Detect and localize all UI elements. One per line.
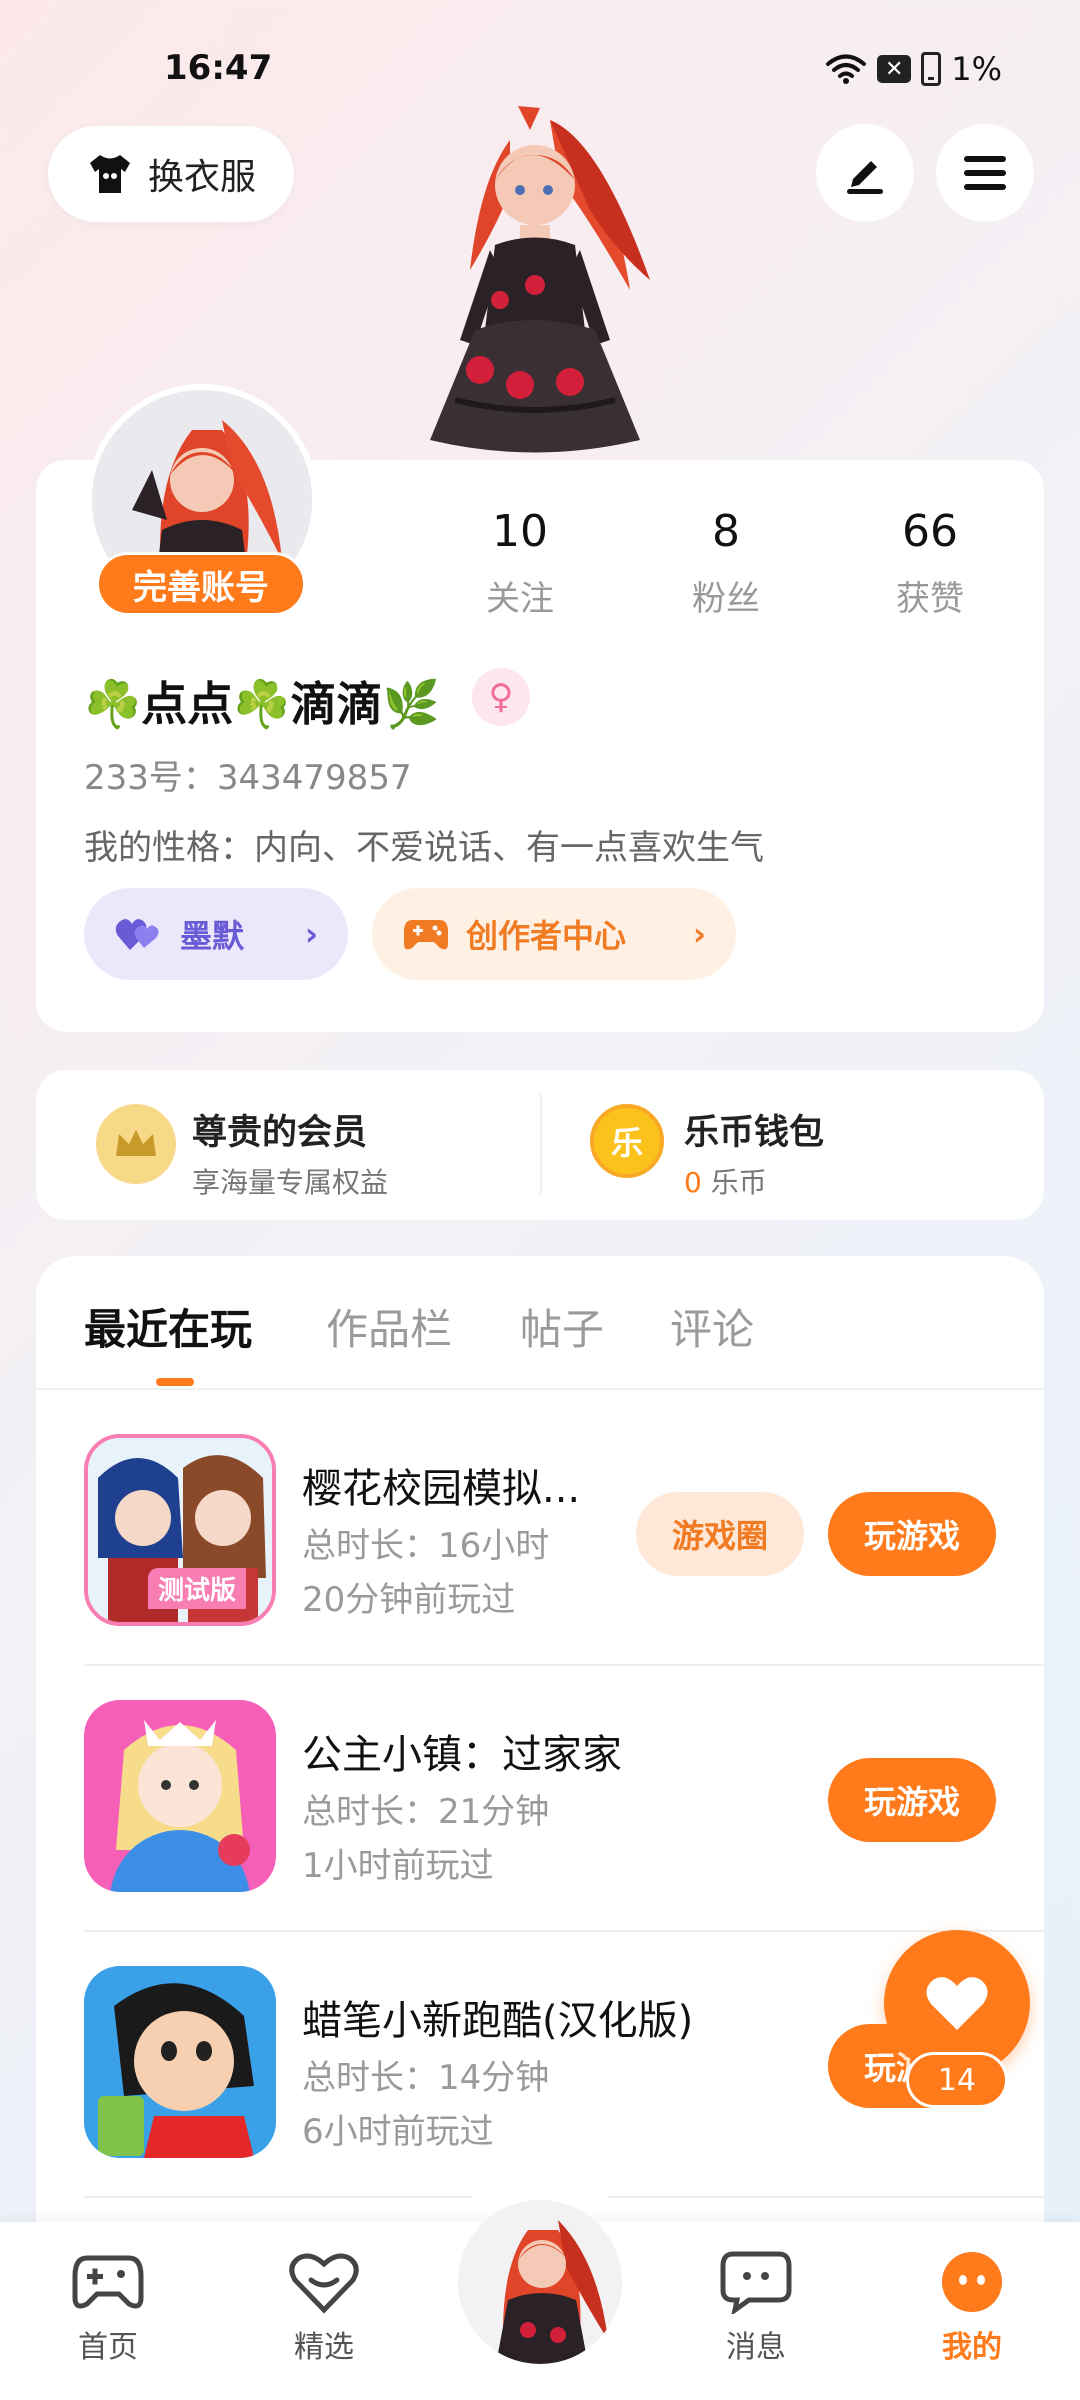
gamepad-icon [404, 920, 448, 950]
game-title[interactable]: 蜡笔小新跑酷(汉化版) [302, 1988, 693, 2046]
complete-account-button[interactable]: 完善账号 [96, 552, 306, 616]
row-divider [84, 1930, 1044, 1932]
fans-label: 粉丝 [692, 579, 760, 619]
wallet-amount: 0 [684, 1166, 702, 1199]
game-icon-sakura[interactable]: 测试版 [84, 1434, 276, 1626]
mood-label: 墨默 [180, 917, 245, 955]
vip-subtitle: 享海量专属权益 [192, 1166, 389, 1199]
tab-indicator [156, 1378, 194, 1386]
princess-game-image [84, 1700, 276, 1892]
nav-me[interactable]: 我的 [902, 2250, 1042, 2366]
game-last-played: 6小时前玩过 [302, 2112, 494, 2152]
edit-button[interactable] [816, 124, 914, 222]
change-outfit-button[interactable]: 换衣服 [48, 126, 294, 222]
tab-divider [36, 1388, 1044, 1390]
status-time: 16:47 [164, 48, 273, 88]
creator-center-label: 创作者中心 [466, 917, 627, 955]
game-duration: 总时长：21分钟 [302, 1792, 550, 1832]
tshirt-icon [89, 155, 130, 193]
divider [540, 1094, 542, 1194]
game-title[interactable]: 樱花校园模拟... [302, 1456, 580, 1514]
like-count-badge: 14 [906, 2052, 1008, 2108]
nav-home-label: 首页 [78, 2330, 138, 2365]
no-sim-icon: ✕ [877, 55, 912, 83]
tab-recent[interactable]: 最近在玩 [84, 1296, 252, 1357]
nav-featured[interactable]: 精选 [254, 2250, 394, 2366]
wallet-entry[interactable]: 乐币钱包 0 乐币 [684, 1104, 824, 1201]
play-game-button[interactable]: 玩游戏 [828, 1492, 996, 1576]
game-circle-button[interactable]: 游戏圈 [636, 1492, 804, 1576]
game-duration: 总时长：14分钟 [302, 2058, 550, 2098]
stat-fans[interactable]: 8 粉丝 [646, 506, 806, 620]
game-duration: 总时长：16小时 [302, 1526, 550, 1566]
likes-count: 66 [902, 506, 958, 557]
fans-count: 8 [712, 506, 740, 557]
change-outfit-label: 换衣服 [147, 157, 256, 198]
coin-icon: 乐 [590, 1104, 664, 1178]
me-icon [942, 2252, 1002, 2312]
pen-icon [847, 161, 883, 194]
nav-featured-label: 精选 [294, 2330, 354, 2365]
nav-messages-label: 消息 [726, 2330, 786, 2365]
game-icon-shinchan[interactable] [84, 1966, 276, 2158]
user-id[interactable]: 233号：343479857 [84, 750, 412, 799]
nav-home[interactable]: 首页 [38, 2250, 178, 2366]
likes-label: 获赞 [896, 579, 964, 619]
nickname: ☘️点点☘️滴滴🌿 [84, 677, 440, 731]
battery-percent: 1% [951, 50, 1002, 88]
status-icons: ✕ 1% [825, 50, 1002, 88]
game-title[interactable]: 公主小镇：过家家 [302, 1722, 622, 1780]
chevron-right-icon: › [692, 915, 706, 953]
nav-avatar-button[interactable] [458, 2200, 622, 2364]
message-icon [720, 2251, 792, 2314]
play-game-button[interactable]: 玩游戏 [828, 1758, 996, 1842]
vip-entry[interactable]: 尊贵的会员 享海量专属权益 [192, 1104, 388, 1201]
tab-posts[interactable]: 帖子 [520, 1296, 604, 1357]
menu-button[interactable] [936, 124, 1034, 222]
stat-likes[interactable]: 66 获赞 [850, 506, 1010, 620]
chevron-right-icon: › [304, 915, 318, 953]
avatar-character-image[interactable] [400, 100, 670, 460]
stat-following[interactable]: 10 关注 [440, 506, 600, 620]
bio: 我的性格：内向、不爱说话、有一点喜欢生气 [84, 828, 764, 868]
gender-female-icon: ♀ [472, 668, 530, 726]
row-divider [84, 1664, 1044, 1666]
heart-chat-icon [289, 2253, 359, 2314]
wallet-title: 乐币钱包 [684, 1113, 825, 1153]
nav-me-label: 我的 [942, 2330, 1002, 2365]
following-count: 10 [492, 506, 548, 557]
game-last-played: 20分钟前玩过 [302, 1580, 516, 1620]
heart-icon [926, 1977, 988, 2030]
vip-title: 尊贵的会员 [192, 1113, 368, 1153]
wallet-balance: 0 乐币 [684, 1161, 824, 1201]
test-version-badge: 测试版 [148, 1568, 247, 1609]
following-label: 关注 [486, 579, 554, 619]
game-icon-princess[interactable] [84, 1700, 276, 1892]
creator-center-button[interactable]: 创作者中心 › [372, 888, 736, 980]
tab-comments[interactable]: 评论 [670, 1296, 754, 1357]
double-heart-icon [115, 919, 159, 950]
tab-works[interactable]: 作品栏 [326, 1296, 452, 1357]
battery-icon [921, 52, 942, 86]
mood-button[interactable]: 墨默 › [84, 888, 348, 980]
gamepad-icon [72, 2255, 144, 2309]
wallet-unit: 乐币 [710, 1166, 767, 1199]
shinchan-game-image [84, 1966, 276, 2158]
nav-messages[interactable]: 消息 [686, 2250, 826, 2366]
wifi-icon [826, 54, 867, 84]
vip-crown-icon [96, 1104, 176, 1184]
nav-avatar-image [458, 2200, 622, 2364]
menu-icon [964, 156, 1006, 190]
game-last-played: 1小时前玩过 [302, 1846, 494, 1886]
